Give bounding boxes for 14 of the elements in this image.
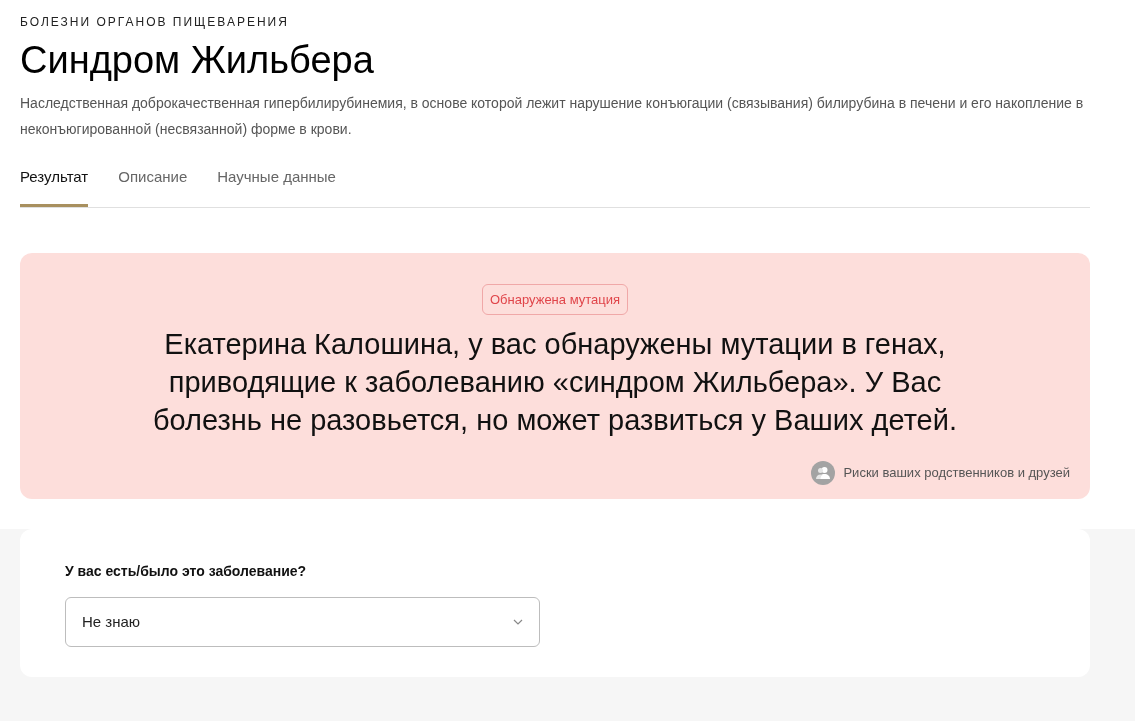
mutation-badge: Обнаружена мутация (482, 283, 628, 315)
result-message: Екатерина Калошина, у вас обнаружены мутации в генах, приводящие к заболеванию «синдром Жильбера». У Вас болезнь не разовьется, но может развиться у Ваших детей. (152, 327, 958, 438)
people-icon (811, 461, 836, 485)
tab[interactable]: Результат (20, 166, 89, 207)
relatives-link[interactable]: Риски ваших родственников и друзей (811, 461, 1070, 485)
tab[interactable]: Описание (118, 166, 188, 207)
dropdown-value: Не знаю (82, 611, 141, 632)
page-title: Синдром Жильбера (20, 38, 375, 83)
chevron-down-icon (513, 619, 523, 625)
category-label: БОЛЕЗНИ ОРГАНОВ ПИЩЕВАРЕНИЯ (20, 14, 290, 30)
description: Наследственная доброкачественная гипербилирубинемия, в основе которой лежит нарушение конъюгации (связывания) билирубина в печени и его накопление в неконъюгированной (несвязанной) форме в крови. (20, 94, 1085, 139)
tab[interactable]: Научные данные (217, 166, 336, 207)
answer-dropdown[interactable]: Не знаю (65, 597, 540, 647)
question-label: У вас есть/было это заболевание? (65, 562, 308, 581)
